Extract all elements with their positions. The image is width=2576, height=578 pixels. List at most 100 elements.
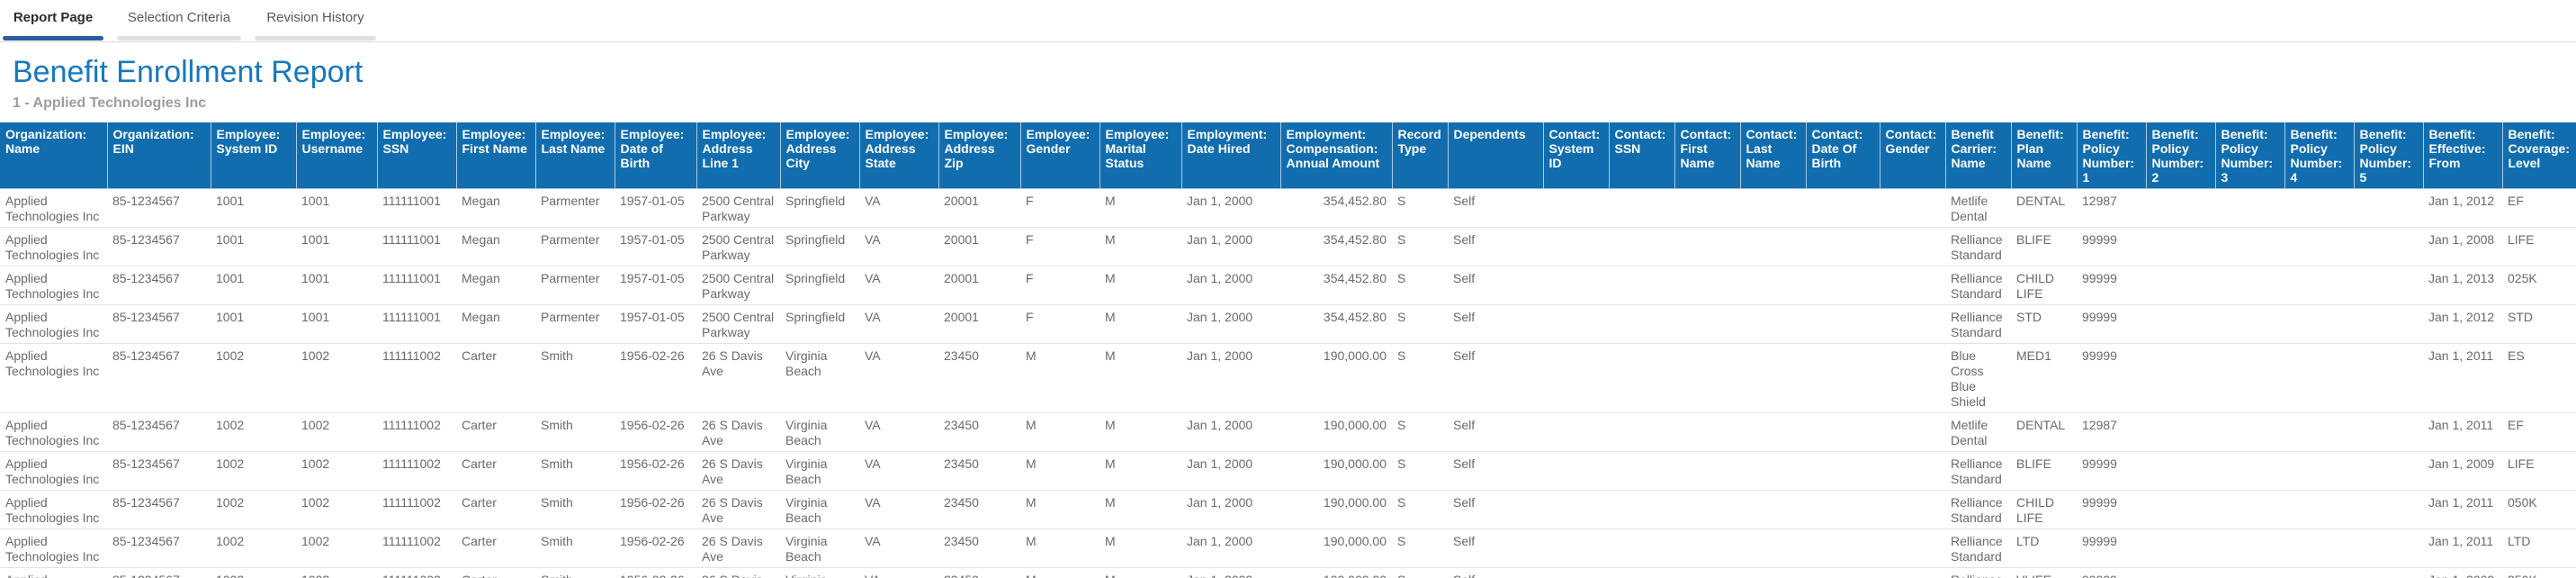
table-cell bbox=[1806, 452, 1880, 491]
column-header: Employee: Last Name bbox=[535, 122, 615, 189]
table-cell: 190,000.00 bbox=[1280, 491, 1392, 529]
table-cell: 1956-02-26 bbox=[615, 344, 696, 413]
table-cell bbox=[2354, 413, 2423, 452]
table-cell bbox=[2354, 452, 2423, 491]
table-cell: Virginia Beach bbox=[780, 529, 859, 568]
column-header: Contact: Last Name bbox=[1740, 122, 1806, 189]
table-cell: LIFE bbox=[2502, 452, 2576, 491]
table-cell: M bbox=[1020, 568, 1100, 578]
table-cell bbox=[1674, 344, 1740, 413]
table-cell bbox=[1609, 452, 1674, 491]
page-title: Benefit Enrollment Report bbox=[13, 55, 2576, 90]
table-row: Applied Technologies Inc85-1234567100110… bbox=[0, 228, 2576, 266]
table-cell: 1002 bbox=[296, 413, 377, 452]
table-cell: 1002 bbox=[296, 529, 377, 568]
table-cell: 2500 Central Parkway bbox=[696, 228, 780, 266]
table-cell bbox=[2284, 305, 2354, 344]
table-cell: S bbox=[1392, 491, 1448, 529]
table-cell: M bbox=[1100, 266, 1181, 305]
tab-selection-criteria[interactable]: Selection Criteria bbox=[117, 0, 241, 41]
table-cell: Springfield bbox=[780, 189, 859, 228]
table-row: Applied Technologies Inc85-1234567100210… bbox=[0, 344, 2576, 413]
table-cell: Relliance Standard bbox=[1945, 228, 2011, 266]
table-cell: 1001 bbox=[211, 228, 296, 266]
table-cell: Applied Technologies Inc bbox=[0, 189, 107, 228]
table-cell bbox=[2284, 266, 2354, 305]
table-cell: LTD bbox=[2011, 529, 2077, 568]
table-cell: 26 S Davis Ave bbox=[696, 344, 780, 413]
table-cell: VLIFE bbox=[2011, 568, 2077, 578]
table-cell: Jan 1, 2011 bbox=[2423, 344, 2502, 413]
table-cell: Smith bbox=[535, 413, 615, 452]
table-cell: 190,000.00 bbox=[1280, 568, 1392, 578]
table-cell: MED1 bbox=[2011, 344, 2077, 413]
table-cell bbox=[1806, 266, 1880, 305]
table-cell: VA bbox=[859, 529, 938, 568]
table-cell bbox=[1609, 529, 1674, 568]
table-cell: Springfield bbox=[780, 228, 859, 266]
table-cell: 99999 bbox=[2077, 305, 2146, 344]
column-header: Employee: Gender bbox=[1020, 122, 1100, 189]
table-cell bbox=[1543, 568, 1609, 578]
table-cell: M bbox=[1100, 189, 1181, 228]
table-cell: 1002 bbox=[296, 568, 377, 578]
table-cell: Carter bbox=[456, 529, 535, 568]
table-cell: 85-1234567 bbox=[107, 452, 211, 491]
table-cell bbox=[2146, 452, 2215, 491]
tab-report-page[interactable]: Report Page bbox=[3, 0, 103, 41]
column-header: Employee: System ID bbox=[211, 122, 296, 189]
table-cell bbox=[1880, 305, 1945, 344]
table-cell bbox=[1609, 305, 1674, 344]
table-cell: Springfield bbox=[780, 266, 859, 305]
column-header: Benefit: Effective: From bbox=[2423, 122, 2502, 189]
table-cell: 23450 bbox=[938, 568, 1020, 578]
table-cell: Parmenter bbox=[535, 189, 615, 228]
table-cell: Metlife Dental bbox=[1945, 189, 2011, 228]
table-cell bbox=[1674, 305, 1740, 344]
tab-revision-history[interactable]: Revision History bbox=[255, 0, 376, 41]
table-cell: Smith bbox=[535, 568, 615, 578]
table-cell bbox=[1609, 491, 1674, 529]
table-cell bbox=[2215, 305, 2284, 344]
column-header: Employee: Marital Status bbox=[1100, 122, 1181, 189]
page-subtitle: 1 - Applied Technologies Inc bbox=[13, 95, 2576, 112]
table-cell: M bbox=[1020, 452, 1100, 491]
table-cell: Virginia Beach bbox=[780, 344, 859, 413]
table-cell: Jan 1, 2011 bbox=[2423, 529, 2502, 568]
table-cell bbox=[2215, 452, 2284, 491]
table-cell: 111111002 bbox=[377, 413, 456, 452]
table-cell: Carter bbox=[456, 491, 535, 529]
table-cell: Jan 1, 2000 bbox=[1181, 344, 1280, 413]
table-cell bbox=[1880, 228, 1945, 266]
table-cell: 111111002 bbox=[377, 344, 456, 413]
benefit-enrollment-table: Organization: NameOrganization: EINEmplo… bbox=[0, 122, 2576, 578]
column-header: Employee: Address State bbox=[859, 122, 938, 189]
table-cell: 1956-02-26 bbox=[615, 491, 696, 529]
table-cell bbox=[1543, 228, 1609, 266]
table-cell bbox=[1609, 568, 1674, 578]
table-cell bbox=[1674, 491, 1740, 529]
column-header: Dependents bbox=[1448, 122, 1543, 189]
table-cell bbox=[2215, 491, 2284, 529]
table-cell bbox=[1740, 413, 1806, 452]
table-cell: Applied Technologies Inc bbox=[0, 529, 107, 568]
table-cell: 1002 bbox=[296, 344, 377, 413]
table-cell bbox=[2215, 266, 2284, 305]
table-cell: S bbox=[1392, 189, 1448, 228]
table-cell: Jan 1, 2000 bbox=[1181, 529, 1280, 568]
table-cell: 1001 bbox=[211, 305, 296, 344]
table-cell bbox=[1806, 413, 1880, 452]
table-cell: VA bbox=[859, 568, 938, 578]
table-cell: Applied Technologies Inc bbox=[0, 413, 107, 452]
table-cell bbox=[1740, 189, 1806, 228]
column-header: Employee: Date of Birth bbox=[615, 122, 696, 189]
table-cell: 354,452.80 bbox=[1280, 189, 1392, 228]
tab-selection-criteria-label: Selection Criteria bbox=[128, 10, 230, 32]
table-cell bbox=[2146, 568, 2215, 578]
table-cell: 26 S Davis Ave bbox=[696, 413, 780, 452]
table-cell bbox=[2215, 529, 2284, 568]
table-cell bbox=[2215, 413, 2284, 452]
table-cell: Applied Technologies Inc bbox=[0, 452, 107, 491]
table-cell: 1001 bbox=[296, 228, 377, 266]
table-cell bbox=[1543, 266, 1609, 305]
